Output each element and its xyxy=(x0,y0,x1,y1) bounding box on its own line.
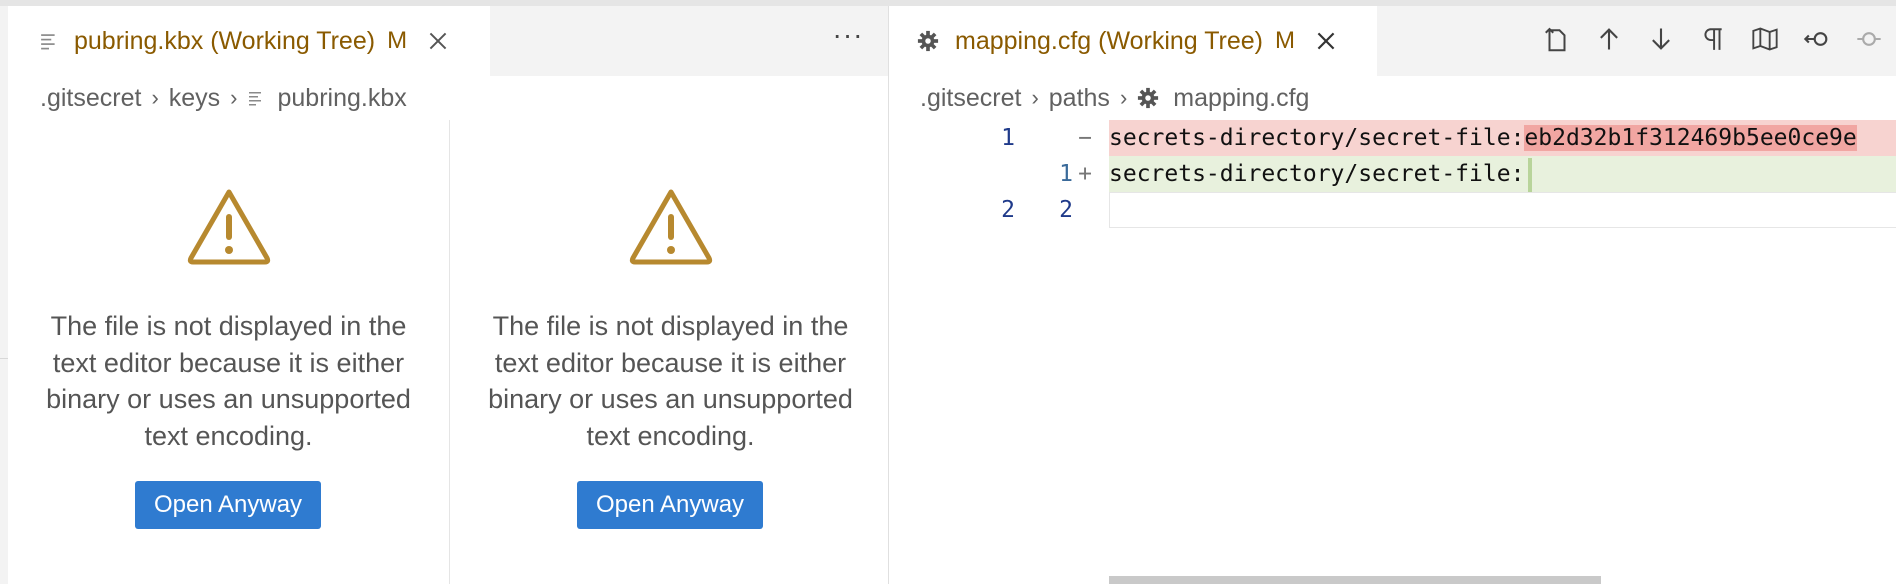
modified-badge: M xyxy=(1275,27,1295,54)
breadcrumb-item[interactable]: keys xyxy=(169,84,220,113)
left-edge-divider xyxy=(0,358,8,359)
gear-icon xyxy=(1138,87,1159,109)
line-content: secrets-directory/secret-file: xyxy=(1109,156,1896,192)
removed-hash: eb2d32b1f312469b5ee0ce9e xyxy=(1524,125,1857,151)
line-text: secrets-directory/secret-file: xyxy=(1109,125,1525,151)
chevron-right-icon: › xyxy=(230,85,238,110)
breadcrumb-item[interactable]: .gitsecret xyxy=(920,84,1021,113)
warning-icon xyxy=(629,189,712,265)
binary-file-pane-original: The file is not displayed in the text ed… xyxy=(8,120,449,584)
editor-toolbar xyxy=(1540,22,1886,56)
open-anyway-button[interactable]: Open Anyway xyxy=(135,481,321,529)
horizontal-scrollbar[interactable] xyxy=(1109,576,1601,584)
tab-mapping-cfg[interactable]: mapping.cfg (Working Tree) M xyxy=(889,6,1377,76)
tab-title: pubring.kbx (Working Tree) xyxy=(74,26,376,55)
warning-icon xyxy=(187,189,270,265)
more-actions-button[interactable]: ··· xyxy=(828,21,868,56)
new-line-number: 1 xyxy=(1059,161,1073,187)
file-lines-icon xyxy=(41,34,55,50)
open-changes-icon[interactable] xyxy=(1540,22,1574,56)
line-text: secrets-directory/secret-file: xyxy=(1109,161,1525,187)
breadcrumb: .gitsecret › paths › mapping.cfg xyxy=(920,78,1309,118)
breadcrumb-item[interactable]: pubring.kbx xyxy=(278,84,407,113)
binary-file-message: The file is not displayed in the text ed… xyxy=(488,311,853,451)
inline-diff-editor[interactable]: 1 − secrets-directory/secret-file:eb2d32… xyxy=(889,120,1896,584)
old-line-number: 1 xyxy=(1001,125,1015,151)
line-content xyxy=(1109,192,1896,228)
file-lines-icon xyxy=(248,92,261,106)
open-anyway-button[interactable]: Open Anyway xyxy=(577,481,763,529)
breadcrumb-item[interactable]: .gitsecret xyxy=(40,84,141,113)
binary-file-message: The file is not displayed in the text ed… xyxy=(46,311,411,451)
previous-change-icon[interactable] xyxy=(1592,22,1626,56)
removed-marker: − xyxy=(1078,125,1092,151)
close-icon[interactable] xyxy=(425,28,451,54)
text-cursor xyxy=(1528,157,1533,192)
left-tab-bar: pubring.kbx (Working Tree) M ··· xyxy=(8,6,888,76)
line-content: secrets-directory/secret-file:eb2d32b1f3… xyxy=(1109,120,1896,156)
binary-file-pane-modified: The file is not displayed in the text ed… xyxy=(450,120,891,584)
chevron-right-icon: › xyxy=(151,85,159,110)
breadcrumb-item[interactable]: paths xyxy=(1049,84,1110,113)
tab-title: mapping.cfg (Working Tree) xyxy=(955,26,1263,55)
diff-line-context: 2 2 xyxy=(889,192,1896,228)
old-line-number: 2 xyxy=(1001,197,1015,223)
commit-icon[interactable] xyxy=(1852,22,1886,56)
left-edge-panel xyxy=(0,6,8,584)
revert-icon[interactable] xyxy=(1800,22,1834,56)
new-line-number: 2 xyxy=(1059,197,1073,223)
chevron-right-icon: › xyxy=(1119,85,1128,110)
minimap-icon[interactable] xyxy=(1748,22,1782,56)
close-icon[interactable] xyxy=(1313,28,1339,54)
added-marker: + xyxy=(1078,161,1092,187)
modified-badge: M xyxy=(387,27,408,54)
diff-line-added: 1 + secrets-directory/secret-file: xyxy=(889,156,1896,192)
diff-line-removed: 1 − secrets-directory/secret-file:eb2d32… xyxy=(889,120,1896,156)
breadcrumb: .gitsecret › keys › pubring.kbx xyxy=(40,78,407,118)
gear-icon xyxy=(917,30,939,52)
chevron-right-icon: › xyxy=(1031,85,1039,110)
show-whitespace-icon[interactable] xyxy=(1696,22,1730,56)
tab-pubring-kbx[interactable]: pubring.kbx (Working Tree) M xyxy=(8,6,490,76)
breadcrumb-item[interactable]: mapping.cfg xyxy=(1173,84,1309,113)
next-change-icon[interactable] xyxy=(1644,22,1678,56)
